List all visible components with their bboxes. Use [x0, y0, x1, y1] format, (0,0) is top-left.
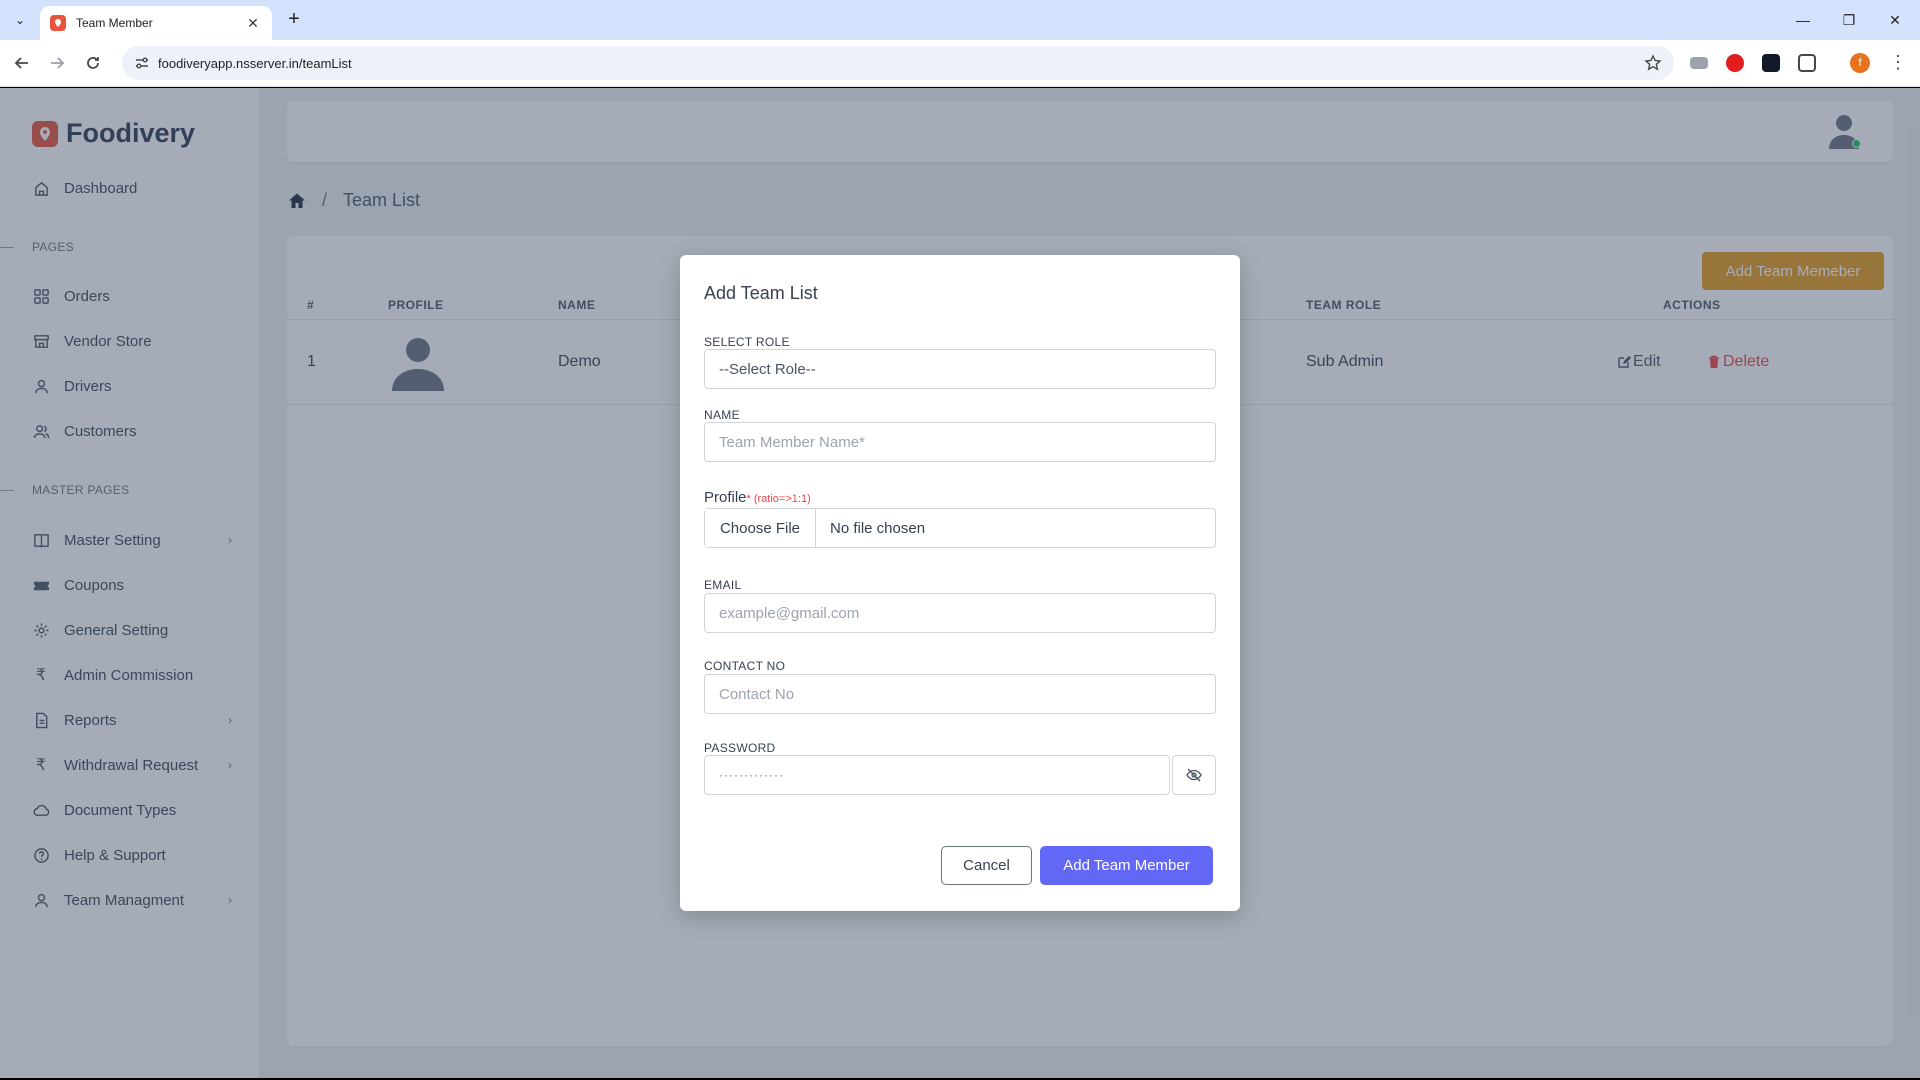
- forward-arrow-icon: [51, 57, 65, 69]
- contact-placeholder: Contact No: [719, 685, 795, 703]
- file-status: No file chosen: [830, 519, 926, 537]
- name-label: NAME: [704, 408, 740, 422]
- close-window-button[interactable]: ✕: [1872, 0, 1918, 40]
- forward-button[interactable]: [44, 50, 70, 76]
- page: Foodivery Dashboard PAGES Orders Vendor …: [0, 88, 1920, 1078]
- email-input[interactable]: example@gmail.com: [704, 593, 1216, 633]
- add-team-member-submit-button[interactable]: Add Team Member: [1040, 846, 1213, 885]
- name-placeholder: Team Member Name*: [719, 433, 865, 451]
- browser-tab[interactable]: Team Member ✕: [40, 6, 272, 40]
- password-input[interactable]: ·············: [704, 755, 1170, 795]
- contact-label: CONTACT NO: [704, 659, 786, 673]
- tab-close-icon[interactable]: ✕: [244, 15, 262, 32]
- toggle-password-button[interactable]: [1172, 755, 1216, 795]
- browser-tab-bar: ⌄ Team Member ✕ + — ❐ ✕: [0, 0, 1920, 40]
- profile-file-input[interactable]: Choose File No file chosen: [704, 508, 1216, 548]
- address-bar[interactable]: foodiveryapp.nsserver.in/teamList: [122, 46, 1674, 80]
- back-button[interactable]: [9, 50, 35, 76]
- browser-menu-icon[interactable]: ⋮: [1888, 52, 1908, 74]
- profile-label: Profile* (ratio=>1:1): [704, 489, 811, 506]
- contact-input[interactable]: Contact No: [704, 674, 1216, 714]
- new-tab-button[interactable]: +: [282, 8, 306, 32]
- profile-avatar[interactable]: f: [1850, 53, 1870, 73]
- tab-title: Team Member: [76, 16, 153, 30]
- name-input[interactable]: Team Member Name*: [704, 422, 1216, 462]
- select-role-dropdown[interactable]: --Select Role--: [704, 349, 1216, 389]
- modal-title: Add Team List: [704, 283, 818, 303]
- browser-toolbar: foodiveryapp.nsserver.in/teamList f ⋮: [0, 40, 1920, 87]
- tab-search-button[interactable]: ⌄: [8, 8, 32, 32]
- cancel-button[interactable]: Cancel: [941, 846, 1032, 885]
- reload-icon: [87, 57, 99, 69]
- extension-chatgpt-icon[interactable]: [1762, 54, 1780, 72]
- extension-icon[interactable]: [1690, 57, 1708, 69]
- profile-ratio-hint: * (ratio=>1:1): [746, 493, 811, 505]
- email-label: EMAIL: [704, 578, 742, 592]
- extensions-puzzle-icon[interactable]: [1798, 54, 1816, 72]
- site-favicon-icon: [50, 15, 66, 31]
- password-value: ·············: [719, 768, 784, 782]
- reload-button[interactable]: [80, 50, 106, 76]
- add-team-modal: Add Team List SELECT ROLE --Select Role-…: [680, 255, 1240, 911]
- password-label: PASSWORD: [704, 741, 776, 755]
- extension-opera-icon[interactable]: [1726, 54, 1744, 72]
- profile-label-text: Profile: [704, 489, 747, 506]
- minimize-button[interactable]: —: [1780, 0, 1826, 40]
- eye-off-icon: [1186, 768, 1202, 782]
- back-arrow-icon: [14, 57, 28, 69]
- choose-file-button[interactable]: Choose File: [705, 509, 816, 547]
- bookmark-star-icon[interactable]: [1644, 54, 1662, 72]
- restore-button[interactable]: ❐: [1826, 0, 1872, 40]
- email-placeholder: example@gmail.com: [719, 604, 860, 622]
- site-settings-icon[interactable]: [134, 55, 150, 71]
- select-role-value: --Select Role--: [719, 360, 816, 378]
- url-text: foodiveryapp.nsserver.in/teamList: [158, 56, 352, 71]
- select-role-label: SELECT ROLE: [704, 335, 790, 349]
